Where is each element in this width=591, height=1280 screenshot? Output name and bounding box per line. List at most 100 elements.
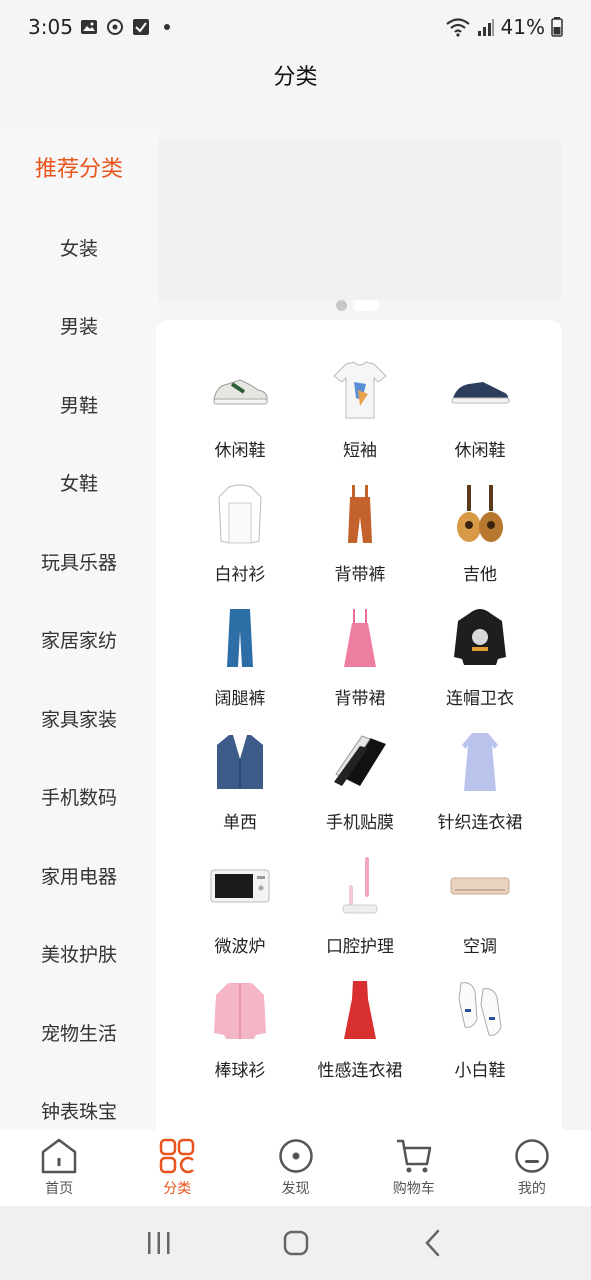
tab-discover[interactable]: 发现 — [236, 1130, 354, 1206]
tab-cart[interactable]: 购物车 — [355, 1130, 473, 1206]
sidebar-item-beauty[interactable]: 美妆护肤 — [0, 915, 158, 994]
canvas-shoe-icon — [448, 358, 512, 422]
recent-apps-icon[interactable] — [144, 1229, 174, 1257]
category-label: 吉他 — [463, 565, 497, 585]
category-label: 连帽卫衣 — [446, 689, 514, 709]
white-shirt-icon — [208, 482, 272, 546]
home-icon — [41, 1138, 77, 1174]
carousel-dot-active — [353, 300, 379, 311]
sidebar-item-recommended[interactable]: 推荐分类 — [0, 126, 158, 208]
category-item[interactable]: 短袖 — [300, 358, 420, 466]
system-nav-bar — [0, 1206, 591, 1280]
sidebar-item-womens-clothing[interactable]: 女装 — [0, 208, 158, 287]
category-item[interactable]: 休闲鞋 — [420, 358, 540, 466]
home-button-icon[interactable] — [281, 1228, 311, 1258]
category-icon — [160, 1138, 195, 1174]
sidebar-item-phones-digital[interactable]: 手机数码 — [0, 758, 158, 837]
checkbox-icon — [133, 19, 149, 35]
white-sneaker-icon — [448, 978, 512, 1042]
sneaker-icon — [208, 358, 272, 422]
tab-home[interactable]: 首页 — [0, 1130, 118, 1206]
category-item[interactable]: 单西 — [180, 730, 300, 838]
dot-icon — [164, 24, 170, 30]
sidebar-item-pets[interactable]: 宠物生活 — [0, 993, 158, 1072]
category-label: 休闲鞋 — [214, 441, 266, 461]
category-item[interactable]: 空调 — [420, 854, 540, 962]
status-bar: 3:05 41% — [0, 0, 591, 56]
signal-icon — [477, 19, 494, 36]
hoodie-icon — [448, 606, 512, 670]
sidebar-item-home-textiles[interactable]: 家居家纺 — [0, 601, 158, 680]
pinafore-dress-icon — [328, 606, 392, 670]
knit-dress-icon — [448, 730, 512, 794]
category-item[interactable]: 小白鞋 — [420, 978, 540, 1086]
tshirt-icon — [328, 358, 392, 422]
category-panel: 休闲鞋 短袖 休闲鞋 白衬衫 背带裤 吉他 阔腿裤 背带裙 连帽卫衣 单西 手机… — [156, 320, 562, 1130]
category-item[interactable]: 休闲鞋 — [180, 358, 300, 466]
sidebar-item-mens-clothing[interactable]: 男装 — [0, 287, 158, 366]
category-item[interactable]: 背带裤 — [300, 482, 420, 590]
cart-icon — [396, 1139, 431, 1173]
category-label: 背带裤 — [334, 565, 386, 585]
category-label: 休闲鞋 — [454, 441, 506, 461]
discover-icon — [278, 1139, 313, 1173]
sidebar-item-watches-jewelry[interactable]: 钟表珠宝 — [0, 1072, 158, 1131]
profile-icon — [515, 1139, 549, 1173]
status-notification-icons — [80, 18, 176, 36]
category-item[interactable]: 口腔护理 — [300, 854, 420, 962]
tab-label: 首页 — [45, 1181, 74, 1197]
battery-percent: 41% — [500, 15, 545, 39]
sidebar-item-womens-shoes[interactable]: 女鞋 — [0, 444, 158, 523]
status-system-icons: 41% — [445, 15, 563, 39]
battery-icon — [551, 17, 563, 37]
category-item[interactable]: 连帽卫衣 — [420, 606, 540, 714]
sidebar-item-toys-instruments[interactable]: 玩具乐器 — [0, 522, 158, 601]
category-label: 空调 — [463, 937, 497, 957]
category-item[interactable]: 针织连衣裙 — [420, 730, 540, 838]
image-icon — [81, 20, 97, 34]
blazer-icon — [208, 730, 272, 794]
category-item[interactable]: 吉他 — [420, 482, 540, 590]
category-label: 棒球衫 — [214, 1061, 266, 1081]
category-label: 白衬衫 — [214, 565, 266, 585]
overalls-icon — [328, 482, 392, 546]
sidebar-item-mens-shoes[interactable]: 男鞋 — [0, 365, 158, 444]
category-label: 阔腿裤 — [214, 689, 266, 709]
air-conditioner-icon — [448, 854, 512, 918]
category-label: 微波炉 — [214, 937, 266, 957]
sidebar-item-appliances[interactable]: 家用电器 — [0, 836, 158, 915]
banner-carousel[interactable] — [158, 140, 562, 300]
status-time: 3:05 — [28, 15, 73, 39]
tab-category[interactable]: 分类 — [118, 1130, 236, 1206]
screen-protector-icon — [328, 730, 392, 794]
microwave-icon — [208, 854, 272, 918]
back-icon[interactable] — [418, 1228, 448, 1258]
wide-pants-icon — [208, 606, 272, 670]
category-item[interactable]: 白衬衫 — [180, 482, 300, 590]
category-item[interactable]: 棒球衫 — [180, 978, 300, 1086]
tab-label: 发现 — [281, 1181, 310, 1197]
guitar-icon — [448, 482, 512, 546]
category-label: 短袖 — [343, 441, 377, 461]
baseball-jacket-icon — [208, 978, 272, 1042]
category-label: 手机贴膜 — [326, 813, 394, 833]
category-item[interactable]: 阔腿裤 — [180, 606, 300, 714]
category-item[interactable]: 微波炉 — [180, 854, 300, 962]
wifi-icon — [445, 18, 470, 37]
category-sidebar[interactable]: 推荐分类 女装 男装 男鞋 女鞋 玩具乐器 家居家纺 家具家装 手机数码 家用电… — [0, 126, 158, 1130]
category-grid: 休闲鞋 短袖 休闲鞋 白衬衫 背带裤 吉他 阔腿裤 背带裙 连帽卫衣 单西 手机… — [180, 358, 540, 1086]
category-item[interactable]: 性感连衣裙 — [300, 978, 420, 1086]
category-item[interactable]: 手机贴膜 — [300, 730, 420, 838]
page-title: 分类 — [273, 65, 318, 90]
category-label: 背带裙 — [334, 689, 386, 709]
sync-icon — [107, 19, 123, 35]
category-label: 口腔护理 — [326, 937, 394, 957]
sidebar-item-furniture[interactable]: 家具家装 — [0, 679, 158, 758]
category-item[interactable]: 背带裙 — [300, 606, 420, 714]
carousel-indicator — [336, 300, 379, 311]
tab-profile[interactable]: 我的 — [473, 1130, 591, 1206]
category-label: 单西 — [223, 813, 257, 833]
toothbrush-icon — [328, 854, 392, 918]
tab-label: 我的 — [517, 1181, 546, 1197]
category-label: 性感连衣裙 — [317, 1061, 403, 1081]
